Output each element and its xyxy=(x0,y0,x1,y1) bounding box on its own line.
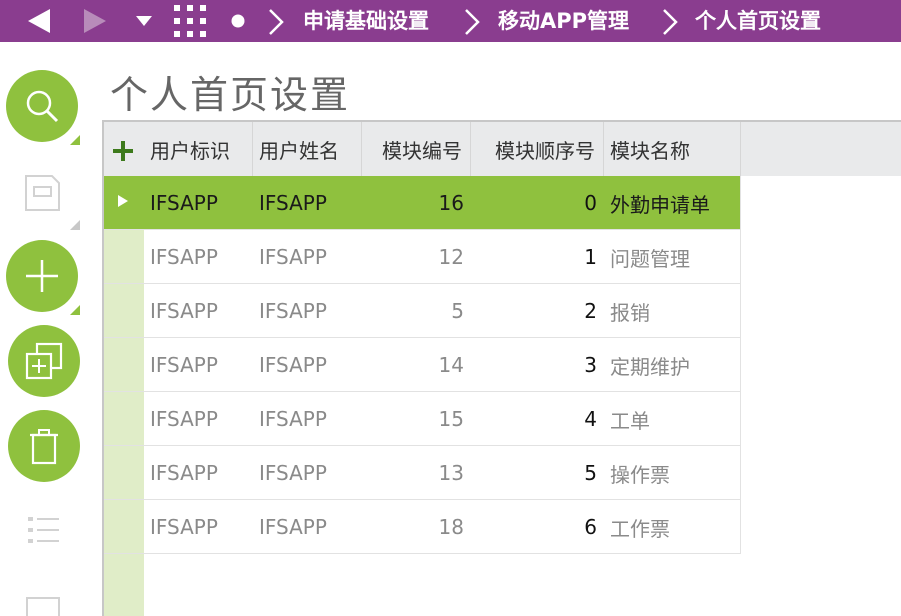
cell-user-id[interactable]: IFSAPP xyxy=(150,500,259,554)
page-title: 个人首页设置 xyxy=(110,73,351,117)
column-header-module-name[interactable]: 模块名称 xyxy=(604,122,741,176)
cell-module-no[interactable]: 16 xyxy=(362,176,464,230)
cell-module-order[interactable]: 5 xyxy=(471,446,597,500)
save-button[interactable] xyxy=(22,173,62,213)
table-row[interactable]: IFSAPP IFSAPP 5 2 报销 xyxy=(104,284,740,338)
cell-module-name[interactable]: 定期维护 xyxy=(610,338,740,392)
table-row[interactable]: IFSAPP IFSAPP 12 1 问题管理 xyxy=(104,230,740,284)
chevron-right-icon xyxy=(269,9,284,35)
breadcrumb-item[interactable]: 申请基础设置 xyxy=(303,0,429,42)
cell-module-order[interactable]: 3 xyxy=(471,338,597,392)
list-view-button[interactable] xyxy=(26,513,62,549)
cell-user-id[interactable]: IFSAPP xyxy=(150,338,259,392)
more-button[interactable] xyxy=(26,597,60,616)
table-row[interactable]: IFSAPP IFSAPP 13 5 操作票 xyxy=(104,446,740,500)
cell-module-name[interactable]: 工单 xyxy=(610,392,740,446)
column-header-module-order[interactable]: 模块顺序号 xyxy=(471,122,604,176)
cell-module-order[interactable]: 0 xyxy=(471,176,597,230)
cell-module-no[interactable]: 12 xyxy=(362,230,464,284)
cell-module-order[interactable]: 2 xyxy=(471,284,597,338)
duplicate-icon xyxy=(25,342,63,380)
delete-button[interactable] xyxy=(8,410,80,482)
apps-grid-icon[interactable] xyxy=(172,0,208,42)
add-row-button[interactable] xyxy=(110,138,136,164)
cell-module-order[interactable]: 6 xyxy=(471,500,597,554)
breadcrumb-item[interactable]: 移动APP管理 xyxy=(498,0,629,42)
cell-user-name[interactable]: IFSAPP xyxy=(259,392,368,446)
current-row-icon xyxy=(118,195,128,207)
cell-module-no[interactable]: 5 xyxy=(362,284,464,338)
list-icon xyxy=(28,517,59,543)
cell-user-name[interactable]: IFSAPP xyxy=(259,338,368,392)
cell-user-id[interactable]: IFSAPP xyxy=(150,230,259,284)
cell-module-no[interactable]: 14 xyxy=(362,338,464,392)
breadcrumb-current: 个人首页设置 xyxy=(695,9,821,33)
search-button[interactable] xyxy=(6,70,78,142)
add-options-indicator[interactable] xyxy=(70,305,80,315)
dropdown-icon[interactable] xyxy=(132,0,156,42)
column-header-user-id[interactable]: 用户标识 xyxy=(144,122,253,176)
cell-user-name[interactable]: IFSAPP xyxy=(259,446,368,500)
cell-module-order[interactable]: 4 xyxy=(471,392,597,446)
cell-module-order[interactable]: 1 xyxy=(471,230,597,284)
search-options-indicator[interactable] xyxy=(70,135,80,145)
back-icon[interactable] xyxy=(22,0,56,42)
cell-user-id[interactable]: IFSAPP xyxy=(150,446,259,500)
cell-user-id[interactable]: IFSAPP xyxy=(150,176,259,230)
cell-user-name[interactable]: IFSAPP xyxy=(259,284,368,338)
add-icon xyxy=(26,260,58,292)
cell-module-name[interactable]: 操作票 xyxy=(610,446,740,500)
add-button[interactable] xyxy=(6,240,78,312)
cell-module-name[interactable]: 报销 xyxy=(610,284,740,338)
table-row[interactable]: IFSAPP IFSAPP 18 6 工作票 xyxy=(104,500,740,554)
cell-user-name[interactable]: IFSAPP xyxy=(259,176,368,230)
cell-module-no[interactable]: 15 xyxy=(362,392,464,446)
forward-icon[interactable] xyxy=(78,0,112,42)
cell-module-name[interactable]: 外勤申请单 xyxy=(610,176,740,230)
plus-icon xyxy=(113,141,133,161)
chevron-right-icon xyxy=(465,9,480,35)
table-row[interactable]: IFSAPP IFSAPP 16 0 外勤申请单 xyxy=(104,176,740,230)
cell-module-no[interactable]: 13 xyxy=(362,446,464,500)
delete-icon xyxy=(30,429,58,465)
grid-divider xyxy=(740,176,741,554)
table-row[interactable]: IFSAPP IFSAPP 15 4 工单 xyxy=(104,392,740,446)
table-row[interactable]: IFSAPP IFSAPP 14 3 定期维护 xyxy=(104,338,740,392)
save-icon xyxy=(25,175,60,211)
column-header-user-name[interactable]: 用户姓名 xyxy=(253,122,362,176)
cell-module-name[interactable]: 问题管理 xyxy=(610,230,740,284)
cell-user-id[interactable]: IFSAPP xyxy=(150,284,259,338)
dot-icon[interactable] xyxy=(228,0,248,42)
cell-user-id[interactable]: IFSAPP xyxy=(150,392,259,446)
command-rail xyxy=(0,55,95,616)
cell-module-name[interactable]: 工作票 xyxy=(610,500,740,554)
chevron-right-icon xyxy=(663,9,678,35)
save-options-indicator[interactable] xyxy=(70,220,80,230)
cell-user-name[interactable]: IFSAPP xyxy=(259,500,368,554)
column-header-module-no[interactable]: 模块编号 xyxy=(362,122,471,176)
search-icon xyxy=(26,90,59,123)
cell-module-no[interactable]: 18 xyxy=(362,500,464,554)
cell-user-name[interactable]: IFSAPP xyxy=(259,230,368,284)
duplicate-button[interactable] xyxy=(8,325,80,397)
top-bar: 申请基础设置 移动APP管理 个人首页设置 xyxy=(0,0,901,42)
